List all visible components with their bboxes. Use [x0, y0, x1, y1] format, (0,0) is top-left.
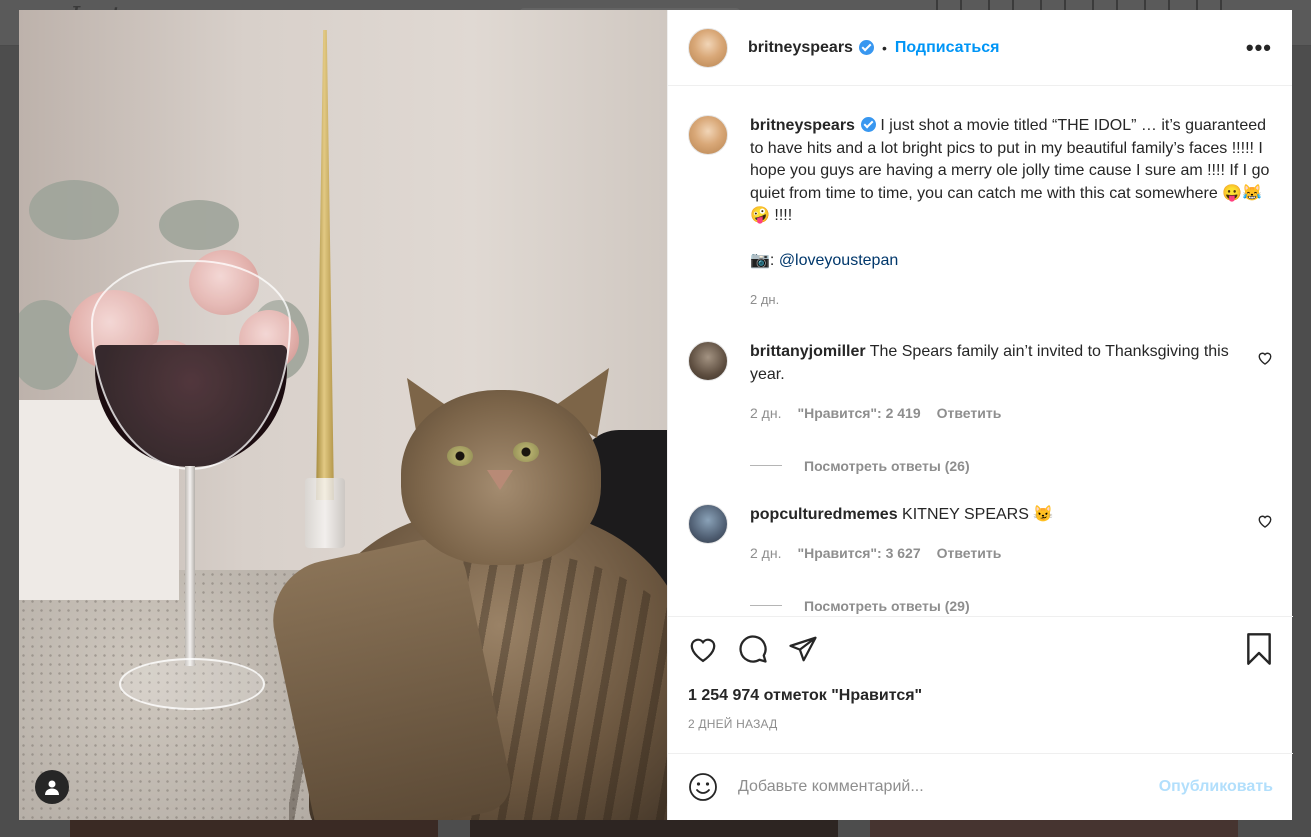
- avatar[interactable]: [688, 503, 728, 544]
- post-photo[interactable]: [19, 10, 667, 820]
- avatar[interactable]: [688, 27, 728, 68]
- photo-cat-eye: [513, 442, 539, 462]
- verified-badge-icon: [860, 117, 876, 132]
- author-username[interactable]: britneyspears: [748, 39, 853, 57]
- photo-glass-foot: [119, 658, 265, 710]
- caption-time[interactable]: 2 дн.: [750, 289, 779, 312]
- post-header: britneyspears • Подписаться •••: [668, 10, 1292, 86]
- comment-item: brittanyjomiller The Spears family ain’t…: [688, 341, 1273, 425]
- comment-username[interactable]: popculturedmemes: [750, 506, 898, 523]
- background-tile: [470, 818, 838, 837]
- avatar[interactable]: [688, 341, 728, 381]
- comment-input[interactable]: [738, 778, 1159, 796]
- emoji-icon[interactable]: [688, 772, 718, 802]
- post-modal: britneyspears • Подписаться ••• britneys…: [19, 10, 1293, 820]
- comment-body: popculturedmemes KITNEY SPEARS 😼 2 дн. "…: [750, 504, 1240, 565]
- photo-candle-holder: [305, 478, 345, 548]
- reply-button[interactable]: Ответить: [937, 402, 1002, 425]
- comment-likes[interactable]: "Нравится": 3 627: [797, 542, 920, 565]
- comment-text: KITNEY SPEARS 😼: [902, 505, 1054, 523]
- caption: britneyspears I just shot a movie titled…: [688, 115, 1273, 311]
- photo-glass-stem: [185, 466, 195, 666]
- likes-count[interactable]: 1 254 974 отметок "Нравится": [688, 687, 1273, 705]
- action-icons: [688, 617, 1273, 681]
- user-tag-icon[interactable]: [35, 770, 69, 804]
- caption-body: britneyspears I just shot a movie titled…: [750, 115, 1270, 311]
- comment-icon[interactable]: [738, 634, 768, 664]
- follow-button[interactable]: Подписаться: [895, 39, 1000, 57]
- comments-list[interactable]: britneyspears I just shot a movie titled…: [668, 86, 1293, 616]
- camera-emoji: 📷:: [750, 252, 779, 269]
- comment-heart-icon[interactable]: [1257, 514, 1273, 528]
- comment-heart-icon[interactable]: [1257, 351, 1273, 365]
- heart-icon[interactable]: [688, 635, 718, 663]
- post-date[interactable]: 2 ДНЕЙ НАЗАД: [688, 717, 1273, 731]
- credit-mention-link[interactable]: @loveyoustepan: [779, 252, 898, 269]
- comment-time[interactable]: 2 дн.: [750, 402, 781, 425]
- bookmark-icon[interactable]: [1245, 633, 1273, 665]
- replies-divider: [750, 605, 782, 606]
- comment-item: popculturedmemes KITNEY SPEARS 😼 2 дн. "…: [688, 503, 1273, 565]
- view-replies-button[interactable]: Посмотреть ответы (26): [750, 458, 1273, 474]
- comment-meta: 2 дн. "Нравится": 3 627 Ответить: [750, 542, 1240, 565]
- comment-username[interactable]: brittanyjomiller: [750, 343, 866, 360]
- header-separator: •: [881, 39, 887, 56]
- verified-badge-icon: [858, 40, 874, 55]
- replies-divider: [750, 465, 782, 466]
- share-icon[interactable]: [788, 635, 818, 663]
- caption-username[interactable]: britneyspears: [750, 117, 855, 134]
- comment-meta: 2 дн. "Нравится": 2 419 Ответить: [750, 402, 1240, 425]
- background-tile: [870, 818, 1238, 837]
- publish-button[interactable]: Опубликовать: [1159, 778, 1273, 796]
- more-options-icon[interactable]: •••: [1246, 35, 1272, 61]
- post-actions: 1 254 974 отметок "Нравится" 2 ДНЕЙ НАЗА…: [668, 616, 1293, 731]
- photo-cat-eye: [447, 446, 473, 466]
- view-replies-label: Посмотреть ответы (26): [804, 457, 970, 474]
- comment-body: brittanyjomiller The Spears family ain’t…: [750, 341, 1240, 425]
- comment-time[interactable]: 2 дн.: [750, 542, 781, 565]
- post-side-panel: britneyspears • Подписаться ••• britneys…: [667, 10, 1293, 820]
- caption-credit: 📷: @loveyoustepan: [750, 250, 1270, 273]
- add-comment-bar: Опубликовать: [668, 753, 1293, 820]
- view-replies-button[interactable]: Посмотреть ответы (29): [750, 598, 1273, 614]
- caption-meta: 2 дн.: [750, 289, 1270, 312]
- view-replies-label: Посмотреть ответы (29): [804, 597, 970, 614]
- comment-likes[interactable]: "Нравится": 2 419: [797, 402, 920, 425]
- avatar[interactable]: [688, 115, 728, 155]
- background-tile: [70, 818, 438, 837]
- reply-button[interactable]: Ответить: [937, 542, 1002, 565]
